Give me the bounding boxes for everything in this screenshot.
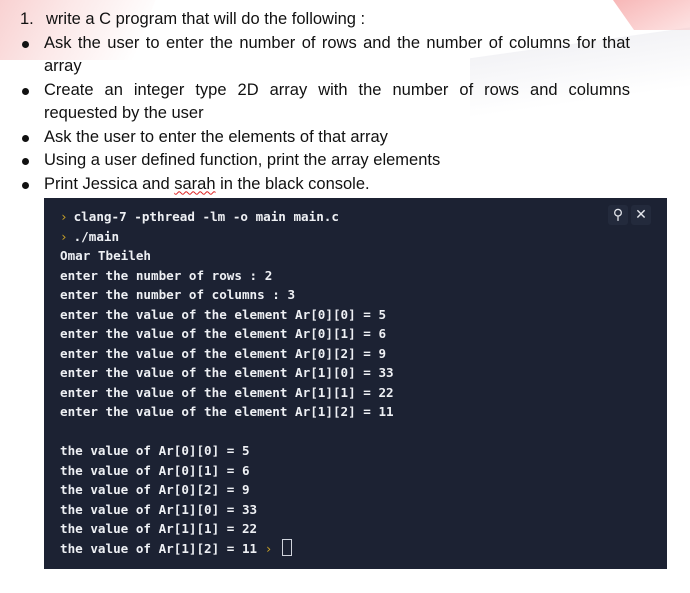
text-cursor[interactable] <box>282 538 293 556</box>
output-line: enter the value of the element Ar[1][1] … <box>60 384 394 400</box>
heading-text: write a C program that will do the follo… <box>46 10 366 28</box>
prompt-icon: › <box>60 209 68 224</box>
output-line: enter the value of the element Ar[1][0] … <box>60 365 394 380</box>
output-line: enter the value of the element Ar[0][1] … <box>60 326 387 341</box>
list-item: Ask the user to enter the number of rows… <box>20 32 630 79</box>
command-line: › clang-7 -pthread -lm -o main main.c <box>60 209 339 224</box>
bullet-icon <box>22 134 29 142</box>
spellcheck-word[interactable]: sarah <box>174 175 215 193</box>
console-output: › clang-7 -pthread -lm -o main main.c › ./… <box>60 207 394 558</box>
list-item: Print Jessica and sarah in the black con… <box>20 173 630 197</box>
list-item: Ask the user to enter the elements of th… <box>20 126 630 150</box>
assignment-text: 1. write a C program that will do the fo… <box>20 8 630 196</box>
output-line: the value of Ar[0][2] = 9 <box>60 482 250 497</box>
output-line: enter the value of the element Ar[0][0] … <box>60 306 387 322</box>
output-line: the value of Ar[1][1] = 22 <box>60 521 258 536</box>
search-icon[interactable]: ⚲ <box>608 205 628 225</box>
prompt-icon: › <box>60 228 68 244</box>
output-line: the value of Ar[0][1] = 6 <box>60 462 250 478</box>
requirements-list: Ask the user to enter the number of rows… <box>20 32 630 197</box>
command-line: › ./main <box>60 228 120 244</box>
list-item: Using a user defined function, print the… <box>20 149 630 173</box>
assignment-heading: 1. write a C program that will do the fo… <box>20 8 630 32</box>
bullet-icon <box>22 40 29 48</box>
close-icon[interactable]: ✕ <box>631 205 651 225</box>
prompt-icon: › <box>264 540 273 556</box>
output-line: the value of Ar[1][0] = 33 <box>60 501 258 517</box>
bullet-icon <box>22 158 29 165</box>
output-line: enter the value of the element Ar[1][2] … <box>60 404 394 419</box>
input-line[interactable]: the value of Ar[1][2] = 11 › <box>60 538 394 559</box>
bullet-icon <box>22 181 29 189</box>
console-panel[interactable]: ⚲ ✕ › clang-7 -pthread -lm -o main main.c… <box>44 198 667 569</box>
output-line: enter the value of the element Ar[0][2] … <box>60 345 387 361</box>
output-line: enter the number of columns : 3 <box>60 287 296 302</box>
list-item: Create an integer type 2D array with the… <box>20 79 630 126</box>
output-line: enter the number of rows : 2 <box>60 267 273 283</box>
list-number: 1. <box>20 10 34 28</box>
output-line: the value of Ar[0][0] = 5 <box>60 443 250 458</box>
output-line: Omar Tbeileh <box>60 248 151 263</box>
console-toolbar: ⚲ ✕ <box>608 205 651 225</box>
bullet-icon <box>22 87 29 95</box>
